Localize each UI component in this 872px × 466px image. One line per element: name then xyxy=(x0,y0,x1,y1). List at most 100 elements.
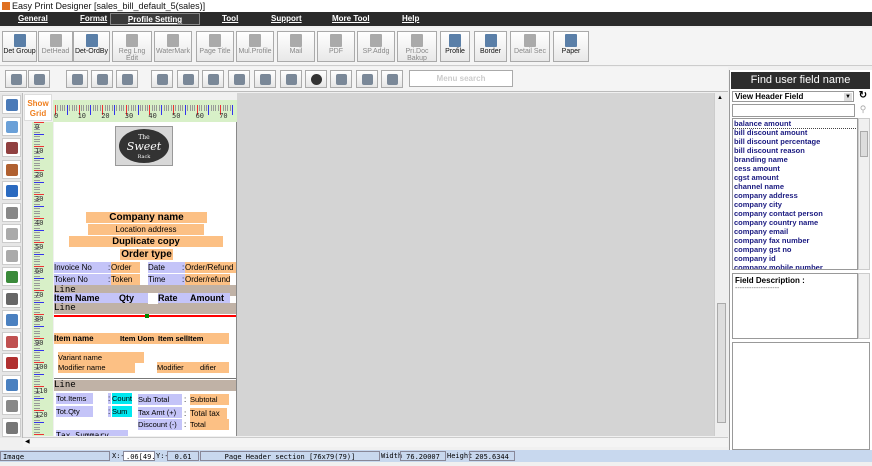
horizontal-scrollbar[interactable]: ◀ xyxy=(23,437,728,447)
field-qty-h[interactable]: Qty xyxy=(119,293,134,304)
field-amount-h[interactable]: Amount xyxy=(190,293,224,304)
field-list-item[interactable]: bill discount reason xyxy=(733,146,857,155)
chevron-down-icon[interactable]: ▼ xyxy=(844,93,852,101)
globe-button[interactable] xyxy=(305,70,327,88)
percent-tool[interactable] xyxy=(2,396,21,415)
field-order-type[interactable]: Order type xyxy=(120,249,173,260)
toolbar-button-mail[interactable]: Mail xyxy=(277,31,315,62)
edit-note-tool[interactable] xyxy=(2,245,21,265)
field-discount[interactable]: Discount (-) xyxy=(138,419,182,430)
field-colon[interactable]: : xyxy=(184,419,188,430)
field-line[interactable]: Line xyxy=(54,303,236,314)
columns-tool[interactable] xyxy=(2,310,21,329)
field-modifier2[interactable]: difier xyxy=(200,362,216,373)
field-list-item[interactable]: company country name xyxy=(733,218,857,227)
scroll-thumb[interactable] xyxy=(717,303,726,423)
field-colon[interactable]: : xyxy=(108,406,111,417)
insert-button[interactable] xyxy=(177,70,199,88)
field-sum[interactable]: Sum xyxy=(112,406,132,417)
toolbar-button-det-group[interactable]: Det Group xyxy=(2,31,37,62)
field-search-input[interactable] xyxy=(732,104,855,117)
field-list-item[interactable]: balance amount xyxy=(733,119,857,129)
field-colon[interactable]: : xyxy=(184,408,188,419)
toolbar-button-pri-doc-bakup[interactable]: Pri.Doc Bakup xyxy=(397,31,437,62)
refresh-icon[interactable]: ↻ xyxy=(857,90,869,102)
field-list-item[interactable]: company contact person xyxy=(733,209,857,218)
field-total-tax[interactable]: Total tax xyxy=(190,408,227,419)
toolbar-button-dethead[interactable]: DetHead xyxy=(38,31,73,62)
cloud-upload-button[interactable] xyxy=(202,70,224,88)
field-colon[interactable]: : xyxy=(108,393,111,404)
camera-button[interactable] xyxy=(280,70,302,88)
field-modifier[interactable]: Modifier xyxy=(157,362,229,373)
report-tool[interactable] xyxy=(2,374,21,394)
view-field-select[interactable]: View Header Field ▼ xyxy=(732,91,854,102)
field-tax-amt[interactable]: Tax Amt (+) xyxy=(138,407,182,418)
menu-help[interactable]: Help xyxy=(398,13,423,25)
field-list-item[interactable]: bill discount amount xyxy=(733,128,857,137)
toolbar-button-paper[interactable]: Paper xyxy=(553,31,589,62)
image-add-tool[interactable] xyxy=(2,267,21,286)
field-list-item[interactable]: company email xyxy=(733,227,857,236)
field-list[interactable]: balance amount bill discount amount bill d… xyxy=(732,118,858,270)
field-list-item[interactable]: company city xyxy=(733,200,857,209)
toolbar-button-detail-sec[interactable]: Detail Sec xyxy=(510,31,550,62)
field-list-item[interactable]: channel name xyxy=(733,182,857,191)
settings-button[interactable] xyxy=(116,70,138,88)
field-list-item[interactable]: cgst amount xyxy=(733,173,857,182)
field-tot-items[interactable]: Tot.Items xyxy=(56,393,93,404)
field-modifier-name[interactable]: Modifier name xyxy=(58,362,135,373)
toolbar-button-page-title[interactable]: Page Title xyxy=(196,31,234,62)
menu-more-tool[interactable]: More Tool xyxy=(328,13,374,25)
layout-tool[interactable] xyxy=(2,116,21,136)
field-total[interactable]: Total xyxy=(190,419,229,430)
field-line[interactable]: Line xyxy=(54,380,236,391)
show-grid-button[interactable]: Show Grid xyxy=(24,94,52,121)
field-tot-qty[interactable]: Tot.Qty xyxy=(56,406,93,417)
field-location-address[interactable]: Location address xyxy=(88,224,204,235)
field-order-refund2[interactable]: Order/refund xyxy=(185,274,230,285)
field-item-uom[interactable]: Item Uom xyxy=(120,333,154,344)
scroll-up-icon[interactable]: ▲ xyxy=(717,95,723,101)
field-company-name[interactable]: Company name xyxy=(86,212,207,223)
field-token-no[interactable]: Token No xyxy=(54,274,108,285)
field-list-item[interactable]: bill discount percentage xyxy=(733,137,857,146)
delete-button[interactable] xyxy=(91,70,113,88)
logo-image[interactable]: The Sweet Rack xyxy=(115,126,173,166)
menu-support[interactable]: Support xyxy=(267,13,306,25)
field-tax-summary[interactable]: Tax Summary xyxy=(56,430,128,436)
field-list-scrollbar[interactable] xyxy=(858,118,870,270)
printer-gear-button[interactable] xyxy=(356,70,378,88)
field-order[interactable]: Order xyxy=(111,262,140,273)
field-list-item[interactable]: company address xyxy=(733,191,857,200)
field-count[interactable]: Count xyxy=(112,393,132,404)
edit-button[interactable] xyxy=(66,70,88,88)
print-list-button[interactable] xyxy=(381,70,403,88)
coins-tool[interactable] xyxy=(2,417,21,437)
field-list-item[interactable]: branding name xyxy=(733,155,857,164)
pen-tool[interactable] xyxy=(2,138,21,157)
toolbar-button-pdf[interactable]: PDF xyxy=(317,31,355,62)
numbered-list-tool[interactable] xyxy=(2,288,21,308)
print-button[interactable] xyxy=(28,70,50,88)
field-rate-h[interactable]: Rate xyxy=(158,293,178,304)
section-handle[interactable] xyxy=(145,314,149,318)
notes-tool[interactable] xyxy=(2,224,21,243)
field-list-item[interactable]: company id xyxy=(733,254,857,263)
pencil-tool[interactable] xyxy=(2,159,21,179)
search-icon[interactable]: ⚲ xyxy=(856,104,870,117)
field-date[interactable]: Date xyxy=(148,262,182,273)
scroll-left-icon[interactable]: ◀ xyxy=(25,438,30,445)
menu-profile-setting[interactable]: Profile Setting xyxy=(110,13,200,25)
toolbar-button-sp-addg[interactable]: SP.Addg xyxy=(357,31,395,62)
field-time[interactable]: Time xyxy=(148,274,182,285)
field-order-refund[interactable]: Order/Refund xyxy=(185,262,236,273)
field-token[interactable]: Token xyxy=(111,274,140,285)
vertical-scrollbar[interactable]: ▲ xyxy=(714,93,728,436)
menu-format[interactable]: Format xyxy=(76,13,111,25)
field-list-item[interactable]: company mobile number xyxy=(733,263,857,269)
field-duplicate-copy[interactable]: Duplicate copy xyxy=(69,236,223,247)
field-list-item[interactable]: company gst no xyxy=(733,245,857,254)
scanner-button[interactable] xyxy=(330,70,352,88)
field-subtotal[interactable]: Subtotal xyxy=(190,394,229,405)
